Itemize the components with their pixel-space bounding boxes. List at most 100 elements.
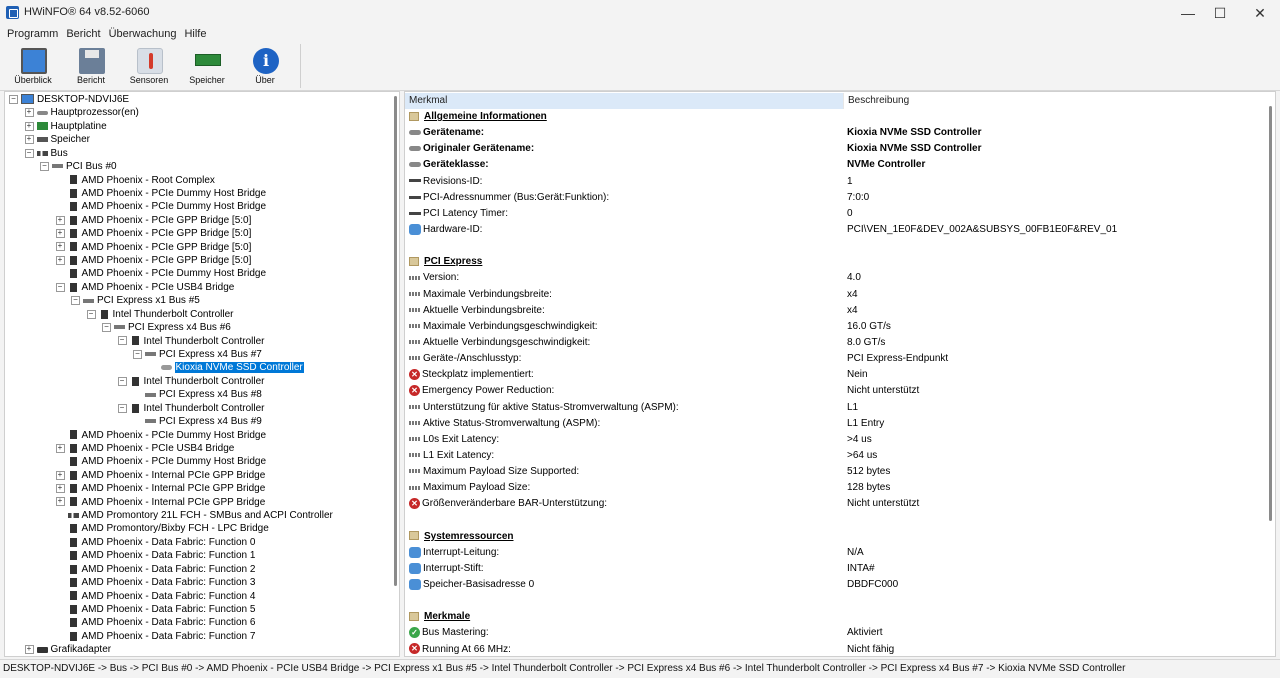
- tree-item[interactable]: AMD Phoenix - PCIe Dummy Host Bridge: [56, 267, 266, 280]
- expand-icon[interactable]: +: [55, 484, 65, 494]
- collapse-icon[interactable]: −: [117, 376, 127, 386]
- tree-item[interactable]: + Grafikadapter: [24, 643, 111, 656]
- tree-item[interactable]: PCI Express x4 Bus #9: [133, 415, 262, 428]
- collapse-icon[interactable]: −: [102, 322, 111, 332]
- minimize-button[interactable]: —: [1170, 2, 1206, 24]
- expand-icon[interactable]: +: [55, 215, 65, 225]
- tree-item[interactable]: − Intel Thunderbolt Controller: [117, 375, 265, 388]
- expand-icon[interactable]: +: [55, 470, 65, 480]
- collapse-icon[interactable]: −: [117, 336, 127, 346]
- tree-item[interactable]: AMD Phoenix - Data Fabric: Function 2: [56, 563, 255, 576]
- expand-icon[interactable]: +: [24, 645, 34, 655]
- detail-row[interactable]: Revisions-ID: 1: [405, 174, 1267, 190]
- expand-icon[interactable]: +: [55, 229, 65, 239]
- expand-icon[interactable]: +: [55, 242, 65, 252]
- overview-button[interactable]: Überblick: [4, 44, 62, 88]
- detail-row[interactable]: Maximum Payload Size: 128 bytes: [405, 480, 1267, 496]
- detail-row[interactable]: Version: 4.0: [405, 270, 1267, 286]
- expand-icon[interactable]: +: [24, 108, 34, 118]
- collapse-icon[interactable]: −: [55, 282, 65, 292]
- tree-item[interactable]: − DESKTOP-NDVIJ6E: [9, 93, 129, 106]
- collapse-icon[interactable]: −: [71, 296, 80, 306]
- detail-row[interactable]: Maximale Verbindungsbreite: x4: [405, 287, 1267, 303]
- tree-item[interactable]: − PCI Express x4 Bus #7: [133, 348, 262, 361]
- sensors-button[interactable]: Sensoren: [120, 44, 178, 88]
- tree-item[interactable]: AMD Phoenix - PCIe Dummy Host Bridge: [56, 455, 266, 468]
- detail-row[interactable]: ✓ Bus Mastering: Aktiviert: [405, 625, 1267, 641]
- expand-icon[interactable]: +: [55, 443, 65, 453]
- detail-row[interactable]: Interrupt-Stift: INTA#: [405, 561, 1267, 577]
- tree-item[interactable]: + Hauptprozessor(en): [24, 106, 139, 119]
- detail-row[interactable]: ✕ Größenveränderbare BAR-Unterstützung: Ni…: [405, 496, 1267, 512]
- tree-item[interactable]: + Hauptplatine: [24, 120, 107, 133]
- tree-item[interactable]: AMD Phoenix - Root Complex: [56, 174, 215, 187]
- tree-item[interactable]: + AMD Phoenix - PCIe GPP Bridge [5:0]: [55, 227, 251, 240]
- detail-row[interactable]: Gerätename: Kioxia NVMe SSD Controller: [405, 125, 1267, 141]
- close-button[interactable]: ✕: [1242, 2, 1278, 24]
- collapse-icon[interactable]: −: [117, 403, 127, 413]
- expand-icon[interactable]: +: [24, 121, 34, 131]
- section-header[interactable]: Merkmale: [405, 609, 1267, 625]
- expand-icon[interactable]: +: [24, 135, 34, 145]
- tree-item[interactable]: − Intel Thunderbolt Controller: [117, 402, 265, 415]
- detail-row[interactable]: PCI Latency Timer: 0: [405, 206, 1267, 222]
- tree-item[interactable]: AMD Phoenix - Data Fabric: Function 0: [56, 536, 255, 549]
- tree-item[interactable]: − PCI Express x4 Bus #6: [102, 321, 231, 334]
- memory-button[interactable]: Speicher: [178, 44, 236, 88]
- detail-row[interactable]: Hardware-ID: PCI\VEN_1E0F&DEV_002A&SUBSYS…: [405, 222, 1267, 238]
- collapse-icon[interactable]: −: [86, 309, 96, 319]
- tree-scrollbar-thumb[interactable]: [394, 96, 397, 586]
- menu-programm[interactable]: Programm: [0, 26, 62, 42]
- tree-item[interactable]: AMD Phoenix - Data Fabric: Function 1: [56, 549, 255, 562]
- tree-item[interactable]: − PCI Express x1 Bus #5: [71, 294, 200, 307]
- detail-row[interactable]: Interrupt-Leitung: N/A: [405, 545, 1267, 561]
- tree-item[interactable]: AMD Phoenix - Data Fabric: Function 3: [56, 576, 255, 589]
- tree-item[interactable]: Kioxia NVMe SSD Controller: [149, 361, 304, 374]
- menu-ueberwachung[interactable]: Überwachung: [105, 26, 181, 42]
- detail-row[interactable]: ✕ Emergency Power Reduction: Nicht unterst…: [405, 383, 1267, 399]
- about-button[interactable]: i Über: [236, 44, 294, 88]
- maximize-button[interactable]: ☐: [1202, 2, 1238, 24]
- detail-row[interactable]: Aktuelle Verbindungsbreite: x4: [405, 303, 1267, 319]
- detail-row[interactable]: Maximale Verbindungsgeschwindigkeit: 16.0…: [405, 319, 1267, 335]
- tree-item[interactable]: AMD Phoenix - PCIe Dummy Host Bridge: [56, 200, 266, 213]
- section-header[interactable]: PCI Express: [405, 254, 1267, 270]
- tree-item[interactable]: AMD Phoenix - Data Fabric: Function 6: [56, 616, 255, 629]
- expand-icon[interactable]: +: [55, 497, 65, 507]
- tree-item[interactable]: − Intel Thunderbolt Controller: [86, 308, 234, 321]
- tree-item[interactable]: AMD Phoenix - Data Fabric: Function 7: [56, 630, 255, 643]
- tree-item[interactable]: AMD Phoenix - Data Fabric: Function 5: [56, 603, 255, 616]
- tree-item[interactable]: + AMD Phoenix - PCIe USB4 Bridge: [55, 442, 234, 455]
- collapse-icon[interactable]: −: [24, 148, 34, 158]
- menu-bericht[interactable]: Bericht: [62, 26, 104, 42]
- section-header[interactable]: Allgemeine Informationen: [405, 109, 1267, 125]
- section-header[interactable]: Systemressourcen: [405, 529, 1267, 545]
- collapse-icon[interactable]: −: [9, 94, 18, 104]
- tree-item[interactable]: − PCI Bus #0: [40, 160, 117, 173]
- tree-item[interactable]: − Intel Thunderbolt Controller: [117, 335, 265, 348]
- detail-row[interactable]: L1 Exit Latency: >64 us: [405, 448, 1267, 464]
- collapse-icon[interactable]: −: [133, 349, 142, 359]
- detail-row[interactable]: Unterstützung für aktive Status-Stromver…: [405, 400, 1267, 416]
- column-header-beschreibung[interactable]: Beschreibung: [843, 93, 1267, 109]
- detail-row[interactable]: PCI-Adressnummer (Bus:Gerät:Funktion): 7:…: [405, 190, 1267, 206]
- device-tree[interactable]: − DESKTOP-NDVIJ6E + Hauptprozessor(en) + Haup…: [4, 91, 400, 657]
- tree-item[interactable]: − Bus: [24, 147, 68, 160]
- column-header-merkmal[interactable]: Merkmal: [405, 93, 843, 109]
- details-scrollbar-thumb[interactable]: [1269, 106, 1272, 521]
- tree-item[interactable]: − AMD Phoenix - PCIe USB4 Bridge: [55, 281, 234, 294]
- detail-row[interactable]: Originaler Gerätename: Kioxia NVMe SSD Co…: [405, 141, 1267, 157]
- tree-item[interactable]: AMD Promontory 21L FCH - SMBus and ACPI …: [56, 509, 333, 522]
- tree-item[interactable]: PCI Express x4 Bus #8: [133, 388, 262, 401]
- tree-item[interactable]: AMD Phoenix - PCIe Dummy Host Bridge: [56, 187, 266, 200]
- tree-item[interactable]: AMD Promontory/Bixby FCH - LPC Bridge: [56, 522, 269, 535]
- tree-item[interactable]: + AMD Phoenix - PCIe GPP Bridge [5:0]: [55, 241, 251, 254]
- menu-hilfe[interactable]: Hilfe: [180, 26, 210, 42]
- detail-row[interactable]: Aktuelle Verbindungsgeschwindigkeit: 8.0 …: [405, 335, 1267, 351]
- detail-row[interactable]: Speicher-Basisadresse 0 DBDFC000: [405, 577, 1267, 593]
- detail-row[interactable]: Maximum Payload Size Supported: 512 bytes: [405, 464, 1267, 480]
- tree-item[interactable]: AMD Phoenix - PCIe Dummy Host Bridge: [56, 429, 266, 442]
- tree-item[interactable]: + Speicher: [24, 133, 90, 146]
- tree-item[interactable]: + AMD Phoenix - Internal PCIe GPP Bridge: [55, 482, 265, 495]
- detail-row[interactable]: Geräteklasse: NVMe Controller: [405, 157, 1267, 173]
